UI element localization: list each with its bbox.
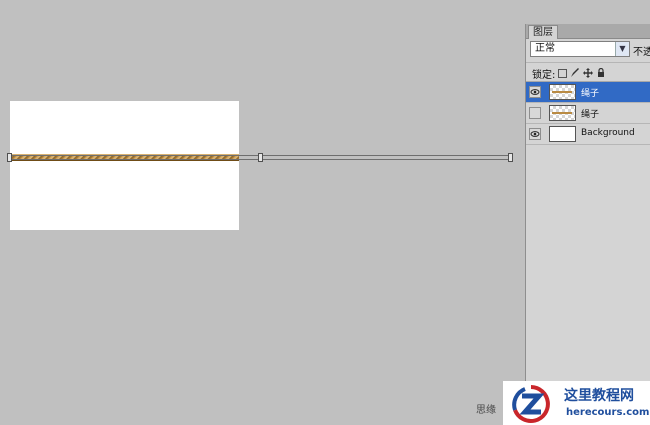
- tab-layers[interactable]: 图层: [528, 25, 558, 39]
- lock-row: 锁定:: [532, 66, 606, 81]
- eye-hidden-icon[interactable]: [529, 107, 541, 119]
- lock-all-icon[interactable]: [596, 67, 606, 78]
- divider: [526, 62, 650, 63]
- panel-tab-bar: 图层: [526, 24, 650, 39]
- layer-thumbnail: [549, 126, 576, 142]
- transform-handle-center[interactable]: [258, 153, 263, 162]
- layer-thumbnail: [549, 84, 576, 100]
- layer-name[interactable]: Background: [581, 128, 635, 138]
- site-logo-icon: [512, 385, 550, 423]
- layer-row-rope-copy[interactable]: 绳子: [526, 82, 650, 103]
- lock-move-icon[interactable]: [583, 68, 594, 78]
- blend-mode-select[interactable]: 正常 ▼: [530, 41, 630, 57]
- site-name-cn: 这里教程网: [564, 388, 634, 404]
- blend-mode-value: 正常: [535, 43, 555, 54]
- layer-row-background[interactable]: Background: [526, 124, 650, 145]
- transform-handle-right[interactable]: [508, 153, 513, 162]
- lock-transparent-icon[interactable]: [558, 68, 568, 78]
- layer-row-rope[interactable]: 绳子: [526, 103, 650, 124]
- site-watermark: 这里教程网 herecours.com: [503, 381, 650, 425]
- document-canvas[interactable]: [10, 101, 239, 230]
- watermark-text: 思缘: [476, 405, 496, 416]
- opacity-label: 不透: [633, 47, 650, 58]
- layer-thumbnail: [549, 105, 576, 121]
- eye-icon[interactable]: [529, 86, 541, 98]
- layer-name[interactable]: 绳子: [581, 86, 599, 99]
- chevron-down-icon[interactable]: ▼: [615, 42, 629, 56]
- eye-icon[interactable]: [529, 128, 541, 140]
- layers-panel: 图层 正常 ▼ 不透 锁定: 绳子 绳子 Background: [525, 24, 650, 425]
- transform-handle-left[interactable]: [7, 153, 12, 162]
- lock-brush-icon[interactable]: [570, 68, 580, 78]
- site-url: herecours.com: [566, 407, 650, 418]
- layer-name[interactable]: 绳子: [581, 107, 599, 120]
- lock-label: 锁定:: [532, 69, 556, 81]
